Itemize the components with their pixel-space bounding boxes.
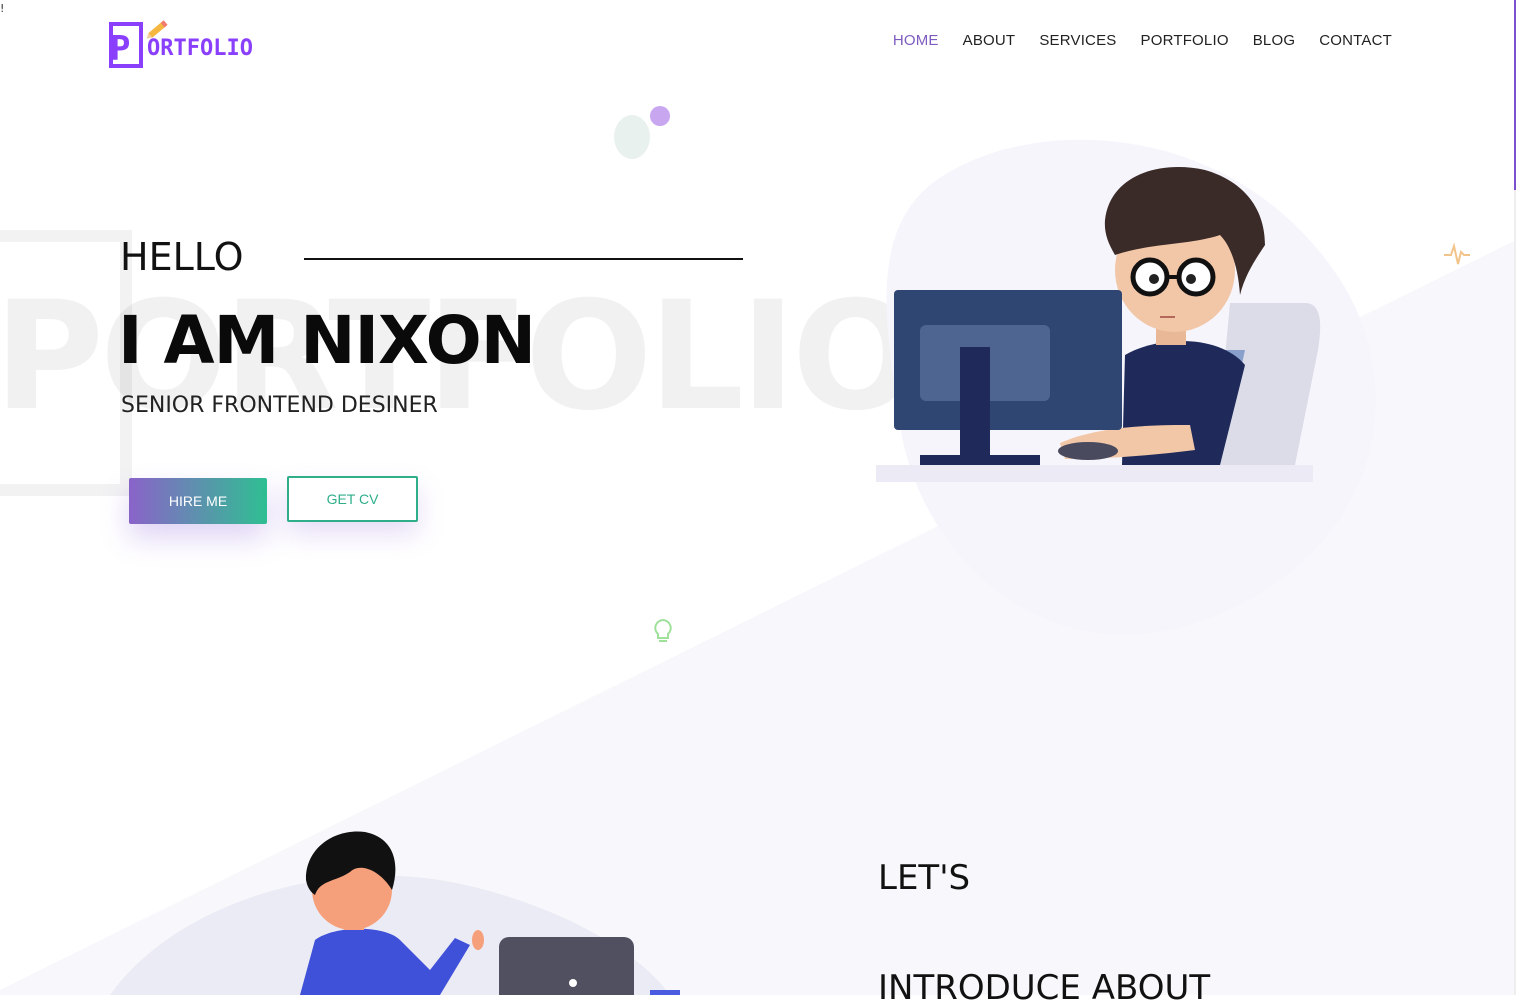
logo[interactable]: P ORTFOLIO [109, 18, 274, 70]
site-header: P ORTFOLIO HOME ABOUT SERVICES PORTFOLIO… [0, 0, 1516, 90]
nav-home[interactable]: HOME [893, 32, 939, 49]
hero-name: I AM NIXON [118, 302, 536, 379]
nav-services[interactable]: SERVICES [1039, 32, 1116, 49]
about-heading: LET'S [878, 858, 971, 898]
nav-blog[interactable]: BLOG [1253, 32, 1295, 49]
logo-text: ORTFOLIO [147, 36, 253, 61]
floating-bubbles [614, 106, 670, 159]
get-cv-button[interactable]: GET CV [287, 476, 418, 522]
developer-illustration [876, 139, 1376, 635]
svg-text:P: P [110, 29, 130, 69]
hire-me-button[interactable]: HIRE ME [129, 478, 267, 524]
greeting-divider [304, 258, 743, 260]
nav-contact[interactable]: CONTACT [1319, 32, 1392, 49]
lightbulb-icon [654, 618, 672, 642]
hero-greeting: HELLO [120, 235, 244, 279]
about-illustration [110, 831, 680, 995]
pulse-icon [1444, 242, 1470, 265]
hero-role: SENIOR FRONTEND DESINER [121, 393, 438, 418]
about-subheading: INTRODUCE ABOUT [878, 968, 1211, 1008]
nav-about[interactable]: ABOUT [963, 32, 1016, 49]
main-nav: HOME ABOUT SERVICES PORTFOLIO BLOG CONTA… [893, 32, 1392, 49]
nav-portfolio[interactable]: PORTFOLIO [1141, 32, 1229, 49]
